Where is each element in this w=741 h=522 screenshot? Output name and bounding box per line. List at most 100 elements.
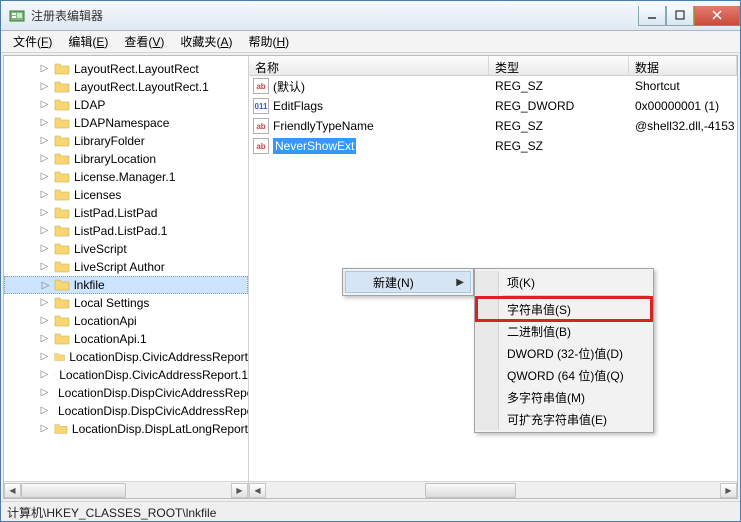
tree-item[interactable]: ▷LibraryFolder [4, 132, 248, 150]
window-buttons [638, 6, 740, 26]
list-row[interactable]: abFriendlyTypeNameREG_SZ@shell32.dll,-41… [249, 116, 737, 136]
tree-hscrollbar[interactable]: ◀ ▶ [4, 481, 248, 498]
expand-icon[interactable]: ▷ [39, 81, 50, 92]
value-name: NeverShowExt [273, 138, 356, 154]
tree-item[interactable]: ▷LocationDisp.CivicAddressReport.1 [4, 366, 248, 384]
context-submenu[interactable]: 项(K) 字符串值(S)二进制值(B)DWORD (32-位)值(D)QWORD … [474, 268, 654, 433]
list-hscrollbar[interactable]: ◀ ▶ [249, 481, 737, 498]
tree-item[interactable]: ▷Local Settings [4, 294, 248, 312]
value-str-icon: ab [253, 118, 269, 134]
tree-item-label: LayoutRect.LayoutRect.1 [74, 80, 209, 94]
tree-item[interactable]: ▷LDAPNamespace [4, 114, 248, 132]
tree-item-label: LocationDisp.CivicAddressReport [69, 350, 248, 364]
expand-icon[interactable]: ▷ [39, 261, 50, 272]
expand-icon[interactable]: ▷ [39, 243, 50, 254]
maximize-button[interactable] [666, 6, 694, 26]
value-type: REG_DWORD [489, 99, 629, 113]
menu-edit[interactable]: 编辑(E) [60, 31, 116, 52]
tree-item[interactable]: ▷LiveScript [4, 240, 248, 258]
expand-icon[interactable]: ▷ [39, 405, 50, 416]
submenu-accel: S [559, 303, 567, 317]
tree-item[interactable]: ▷LocationApi [4, 312, 248, 330]
expand-icon[interactable]: ▷ [39, 99, 50, 110]
expand-icon[interactable]: ▷ [39, 117, 50, 128]
tree-item[interactable]: ▷LDAP [4, 96, 248, 114]
submenu-item[interactable]: 多字符串值(M) [477, 386, 651, 408]
tree-item[interactable]: ▷LiveScript Author [4, 258, 248, 276]
menu-file[interactable]: 文件(F) [5, 31, 60, 52]
submenu-item[interactable]: 二进制值(B) [477, 320, 651, 342]
expand-icon[interactable]: ▷ [39, 225, 50, 236]
value-data: 0x00000001 (1) [629, 99, 737, 113]
menu-help[interactable]: 帮助(H) [240, 31, 297, 52]
expand-icon[interactable]: ▷ [39, 63, 50, 74]
expand-icon[interactable]: ▷ [39, 153, 50, 164]
submenu-item[interactable]: 字符串值(S) [477, 298, 651, 320]
scroll-left-icon[interactable]: ◀ [4, 483, 21, 498]
statusbar: 计算机\HKEY_CLASSES_ROOT\lnkfile [1, 501, 740, 521]
expand-icon[interactable]: ▷ [39, 351, 50, 362]
expand-icon[interactable]: ▷ [39, 171, 50, 182]
tree-item-label: Licenses [74, 188, 121, 202]
expand-icon[interactable]: ▷ [39, 333, 50, 344]
expand-icon[interactable]: ▷ [39, 369, 50, 380]
menu-item-new[interactable]: 新建(N) ▶ [345, 271, 471, 293]
close-button[interactable] [694, 6, 740, 26]
list-row[interactable]: ab(默认)REG_SZShortcut [249, 76, 737, 96]
menu-separator [503, 295, 649, 296]
expand-icon[interactable]: ▷ [40, 280, 51, 291]
submenu-arrow-icon: ▶ [456, 277, 464, 288]
submenu-item[interactable]: 可扩充字符串值(E) [477, 408, 651, 430]
expand-icon[interactable]: ▷ [39, 315, 50, 326]
menu-view[interactable]: 查看(V) [116, 31, 172, 52]
col-type[interactable]: 类型 [489, 56, 629, 75]
tree-item[interactable]: ▷LocationDisp.DispLatLongReport [4, 420, 248, 438]
submenu-item[interactable]: 项(K) [477, 271, 651, 293]
submenu-label: 二进制值 [507, 325, 555, 339]
tree-item[interactable]: ▷ LayoutRect.LayoutRect.1 [4, 78, 248, 96]
submenu-accel: B [559, 325, 567, 339]
menu-favorites[interactable]: 收藏夹(A) [172, 31, 240, 52]
submenu-accel: D [610, 347, 619, 361]
tree-item[interactable]: ▷LayoutRect.LayoutRect [4, 60, 248, 78]
tree-item-label: ListPad.ListPad [74, 206, 157, 220]
tree-item[interactable]: ▷LibraryLocation [4, 150, 248, 168]
registry-editor-window: 注册表编辑器 文件(F) 编辑(E) 查看(V) 收藏夹(A) 帮助(H) ▷L… [0, 0, 741, 522]
expand-icon[interactable]: ▷ [39, 207, 50, 218]
submenu-label: DWORD (32-位)值 [507, 347, 606, 361]
tree-item[interactable]: ▷ ListPad.ListPad.1 [4, 222, 248, 240]
context-menu-new[interactable]: 新建(N) ▶ [342, 268, 474, 296]
tree-item-label: ListPad.ListPad.1 [74, 224, 167, 238]
expand-icon[interactable]: ▷ [39, 135, 50, 146]
expand-icon[interactable]: ▷ [39, 387, 50, 398]
tree-item[interactable]: ▷LocationDisp.DispCivicAddressReport [4, 384, 248, 402]
minimize-button[interactable] [638, 6, 666, 26]
scroll-right-icon[interactable]: ▶ [720, 483, 737, 498]
tree-item[interactable]: ▷ ListPad.ListPad [4, 204, 248, 222]
tree-pane[interactable]: ▷LayoutRect.LayoutRect▷LayoutRect.Layout… [4, 56, 249, 498]
value-str-icon: ab [253, 78, 269, 94]
list-row[interactable]: 011EditFlagsREG_DWORD0x00000001 (1) [249, 96, 737, 116]
expand-icon[interactable]: ▷ [39, 189, 50, 200]
expand-icon[interactable]: ▷ [39, 423, 50, 434]
col-name[interactable]: 名称 [249, 56, 489, 75]
tree-item[interactable]: ▷LocationApi.1 [4, 330, 248, 348]
titlebar[interactable]: 注册表编辑器 [1, 1, 740, 31]
tree-item[interactable]: ▷lnkfile [4, 276, 248, 294]
scroll-left-icon[interactable]: ◀ [249, 483, 266, 498]
submenu-item[interactable]: DWORD (32-位)值(D) [477, 342, 651, 364]
col-data[interactable]: 数据 [629, 56, 737, 75]
submenu-label: 项 [507, 276, 519, 290]
tree-item[interactable]: ▷ LocationDisp.CivicAddressReport [4, 348, 248, 366]
submenu-accel: E [595, 413, 603, 427]
list-row[interactable]: abNeverShowExtREG_SZ [249, 136, 737, 156]
expand-icon[interactable]: ▷ [39, 297, 50, 308]
list-header[interactable]: 名称 类型 数据 [249, 56, 737, 76]
scroll-right-icon[interactable]: ▶ [231, 483, 248, 498]
tree-item[interactable]: ▷ Licenses [4, 186, 248, 204]
value-name: (默认) [273, 78, 305, 95]
value-data: Shortcut [629, 79, 737, 93]
tree-item[interactable]: ▷LocationDisp.DispCivicAddressReport.1 [4, 402, 248, 420]
tree-item[interactable]: ▷License.Manager.1 [4, 168, 248, 186]
submenu-item[interactable]: QWORD (64 位)值(Q) [477, 364, 651, 386]
